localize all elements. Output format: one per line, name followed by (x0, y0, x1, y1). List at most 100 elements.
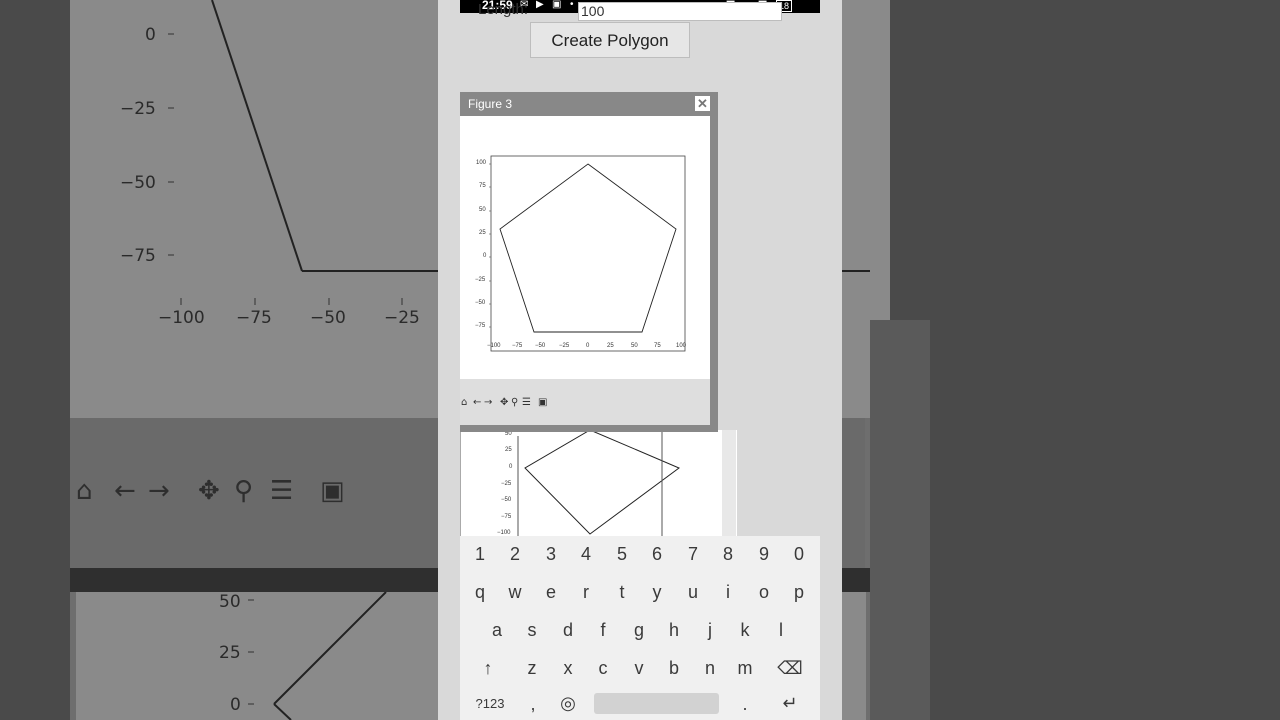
key-w[interactable]: w (500, 582, 530, 603)
shift-icon[interactable]: ↑ (473, 658, 503, 679)
key-z[interactable]: z (517, 658, 547, 679)
key-u[interactable]: u (678, 582, 708, 603)
home-icon[interactable]: ⌂ (461, 397, 467, 408)
key-e[interactable]: e (536, 582, 566, 603)
fig2-y-tick: 25 (505, 447, 512, 453)
key-comma[interactable]: , (518, 694, 548, 715)
bg-y-tick: 0 (145, 25, 156, 45)
key-6[interactable]: 6 (642, 544, 672, 565)
bg-x-tick: −75 (236, 308, 272, 328)
back-arrow-icon[interactable]: ← (473, 397, 481, 408)
key-q[interactable]: q (465, 582, 495, 603)
key-7[interactable]: 7 (678, 544, 708, 565)
y-tick-label: 0 (483, 253, 487, 259)
back-arrow-icon: ← (114, 476, 136, 506)
app-icon: ▣ (552, 0, 562, 10)
bg-x-tick: −25 (384, 308, 420, 328)
figure-3-window: Figure 3 ✕ 100 75 50 25 0 −25 −50 −75 −1… (460, 92, 718, 432)
x-tick-label: −50 (535, 343, 546, 349)
key-m[interactable]: m (730, 658, 760, 679)
bg-y-tick: 0 (230, 695, 241, 715)
key-l[interactable]: l (766, 620, 796, 641)
key-4[interactable]: 4 (571, 544, 601, 565)
video-icon: ▶ (536, 0, 544, 10)
fig2-y-tick: −75 (501, 514, 512, 520)
zoom-icon: ⚲ (234, 476, 254, 506)
y-tick-label: −50 (475, 300, 486, 306)
enter-icon[interactable]: ↵ (775, 693, 805, 714)
save-icon[interactable]: ▣ (538, 397, 547, 408)
bg-y-tick: 50 (219, 592, 241, 612)
y-tick-label: −75 (475, 323, 486, 329)
pan-icon[interactable]: ✥ (500, 397, 508, 408)
configure-icon[interactable]: ☰ (522, 397, 531, 408)
figure-title: Figure 3 (468, 97, 513, 111)
key-f[interactable]: f (588, 620, 618, 641)
key-a[interactable]: a (482, 620, 512, 641)
space-bar[interactable] (594, 693, 719, 714)
figure-2-window: 50 25 0 −25 −50 −75 −100 (460, 430, 737, 540)
key-0[interactable]: 0 (784, 544, 814, 565)
key-k[interactable]: k (730, 620, 760, 641)
key-h[interactable]: h (659, 620, 689, 641)
key-8[interactable]: 8 (713, 544, 743, 565)
key-v[interactable]: v (624, 658, 654, 679)
key-x[interactable]: x (553, 658, 583, 679)
x-tick-label: 0 (586, 343, 590, 349)
figure-2-edge (722, 430, 736, 540)
configure-icon: ☰ (270, 476, 294, 506)
backspace-icon[interactable]: ⌫ (775, 658, 805, 679)
bg-y-tick: −75 (120, 246, 156, 266)
x-tick-label: 25 (607, 343, 614, 349)
on-screen-keyboard: 1 2 3 4 5 6 7 8 9 0 q w e r t y u i o p … (460, 536, 820, 720)
key-s[interactable]: s (517, 620, 547, 641)
length-label: Length: (478, 1, 529, 18)
figure-canvas: 100 75 50 25 0 −25 −50 −75 −100 −75 −50 … (460, 116, 710, 379)
figure-toolbar: ⌂ ← → ✥ ⚲ ☰ ▣ (460, 379, 710, 425)
x-tick-label: −25 (559, 343, 570, 349)
key-t[interactable]: t (607, 582, 637, 603)
key-d[interactable]: d (553, 620, 583, 641)
bg-y-tick: −25 (120, 99, 156, 119)
key-n[interactable]: n (695, 658, 725, 679)
x-tick-label: 75 (654, 343, 661, 349)
fig2-y-tick: 0 (509, 464, 513, 470)
forward-arrow-icon[interactable]: → (484, 397, 492, 408)
phone-screen: 21:59 ✉ ▶ ▣ • ▂▄▆ ▂▄▆ 18 Length: 100 Cre… (438, 0, 842, 720)
key-3[interactable]: 3 (536, 544, 566, 565)
zoom-icon[interactable]: ⚲ (511, 397, 518, 408)
key-p[interactable]: p (784, 582, 814, 603)
x-tick-label: 50 (631, 343, 638, 349)
key-9[interactable]: 9 (749, 544, 779, 565)
key-o[interactable]: o (749, 582, 779, 603)
key-5[interactable]: 5 (607, 544, 637, 565)
key-2[interactable]: 2 (500, 544, 530, 565)
pentagon-plot (489, 155, 686, 352)
y-tick-label: −25 (475, 277, 486, 283)
key-j[interactable]: j (695, 620, 725, 641)
fig2-y-tick: −50 (501, 497, 512, 503)
x-tick-label: −75 (512, 343, 523, 349)
home-icon: ⌂ (76, 476, 93, 506)
globe-icon[interactable]: ◎ (553, 693, 583, 714)
key-b[interactable]: b (659, 658, 689, 679)
bg-x-tick: −50 (310, 308, 346, 328)
key-r[interactable]: r (571, 582, 601, 603)
symbols-key[interactable]: ?123 (468, 696, 512, 711)
y-tick-label: 25 (479, 230, 486, 236)
save-icon: ▣ (320, 476, 345, 506)
length-input[interactable]: 100 (578, 2, 782, 21)
create-polygon-button[interactable]: Create Polygon (530, 22, 690, 58)
key-c[interactable]: c (588, 658, 618, 679)
key-i[interactable]: i (713, 582, 743, 603)
y-tick-label: 100 (476, 160, 487, 166)
pan-icon: ✥ (198, 476, 220, 506)
y-tick-label: 50 (479, 207, 486, 213)
bg-y-tick: −50 (120, 173, 156, 193)
key-y[interactable]: y (642, 582, 672, 603)
key-period[interactable]: . (730, 694, 760, 715)
key-g[interactable]: g (624, 620, 654, 641)
forward-arrow-icon: → (148, 476, 170, 506)
close-icon[interactable]: ✕ (695, 96, 710, 111)
key-1[interactable]: 1 (465, 544, 495, 565)
